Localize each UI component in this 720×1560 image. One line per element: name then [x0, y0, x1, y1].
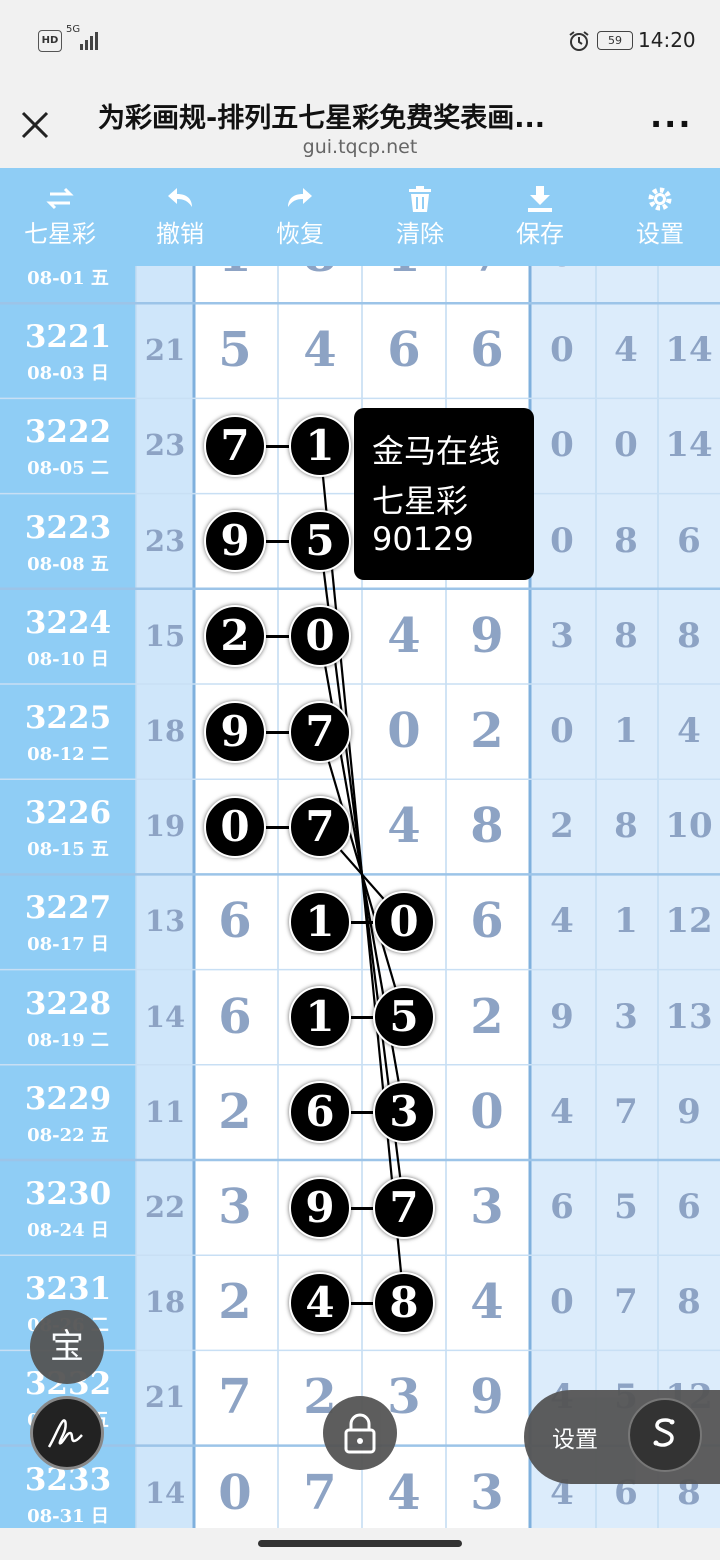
status-bar: HD 5G 59 14:20 [0, 0, 720, 78]
selected-number-ball[interactable]: 0 [373, 891, 435, 953]
lottery-switch-label: 七星彩 [24, 220, 96, 248]
selected-number-ball[interactable]: 0 [289, 605, 351, 668]
settings-button[interactable]: 设置 [600, 168, 720, 266]
selected-number-ball[interactable]: 9 [204, 510, 266, 573]
clock: 14:20 [638, 28, 696, 52]
selected-number-ball[interactable]: 4 [289, 1271, 351, 1334]
selected-number-ball[interactable]: 2 [204, 605, 266, 668]
clear-label: 清除 [396, 220, 444, 248]
lottery-switch-button[interactable]: 七星彩 [0, 168, 120, 266]
save-button[interactable]: 保存 [480, 168, 600, 266]
ball-connector [266, 635, 289, 639]
gear-icon [648, 187, 672, 211]
ball-connector [351, 921, 373, 924]
selected-number-ball[interactable]: 9 [289, 1176, 351, 1239]
signal-icon [80, 30, 104, 50]
browser-title-bar: 为彩画规-排列五七星彩免费奖表画... gui.tqcp.net ··· [0, 78, 720, 168]
more-menu-icon[interactable]: ··· [650, 108, 692, 140]
redo-button[interactable]: 恢复 [240, 168, 360, 266]
settings-label: 设置 [636, 220, 684, 248]
ball-connector [351, 1206, 373, 1210]
selected-number-ball[interactable]: 7 [204, 415, 266, 477]
ball-connector [266, 445, 289, 448]
network-indicator: 5G [66, 24, 81, 35]
selected-number-ball[interactable]: 7 [289, 700, 351, 763]
home-indicator[interactable] [258, 1540, 462, 1547]
trash-icon [409, 186, 431, 212]
selected-number-ball[interactable]: 1 [289, 986, 351, 1049]
ball-connector [266, 730, 289, 734]
download-icon [528, 186, 552, 212]
hd-indicator: HD [38, 30, 62, 52]
battery-icon: 59 [597, 31, 633, 50]
clear-button[interactable]: 清除 [360, 168, 480, 266]
save-label: 保存 [516, 220, 564, 248]
selected-number-ball[interactable]: 6 [289, 1081, 351, 1144]
ball-connector [266, 540, 289, 544]
selected-number-ball[interactable]: 8 [373, 1271, 435, 1334]
selected-number-ball[interactable]: 1 [289, 891, 351, 953]
page-title: 为彩画规-排列五七星彩免费奖表画... [98, 103, 545, 134]
selected-number-ball[interactable]: 5 [373, 986, 435, 1049]
undo-icon [168, 188, 192, 207]
undo-label: 撤销 [156, 220, 204, 248]
trend-lines [318, 445, 406, 1303]
selected-number-ball[interactable]: 9 [204, 700, 266, 763]
selected-number-ball[interactable]: 7 [289, 795, 351, 858]
redo-icon [288, 188, 312, 207]
lottery-chart-grid: 08-01 五18170111322108-03 日21546604143222… [0, 266, 720, 1528]
toolbar: 七星彩 撤销 恢复 清除 保存 设置 [0, 168, 720, 266]
ball-connector [351, 1301, 373, 1305]
selected-number-ball[interactable]: 3 [373, 1081, 435, 1144]
alarm-icon [569, 31, 589, 51]
ball-connector [266, 825, 289, 829]
ball-connector [351, 1016, 373, 1020]
selected-number-ball[interactable]: 1 [289, 415, 351, 477]
ball-connector [351, 1111, 373, 1115]
selected-number-ball[interactable]: 5 [289, 510, 351, 573]
selected-number-ball[interactable]: 0 [204, 795, 266, 858]
selected-number-ball[interactable]: 7 [373, 1176, 435, 1239]
page-url: gui.tqcp.net [302, 136, 418, 158]
undo-button[interactable]: 撤销 [120, 168, 240, 266]
redo-label: 恢复 [276, 220, 324, 248]
swap-icon [46, 187, 74, 210]
